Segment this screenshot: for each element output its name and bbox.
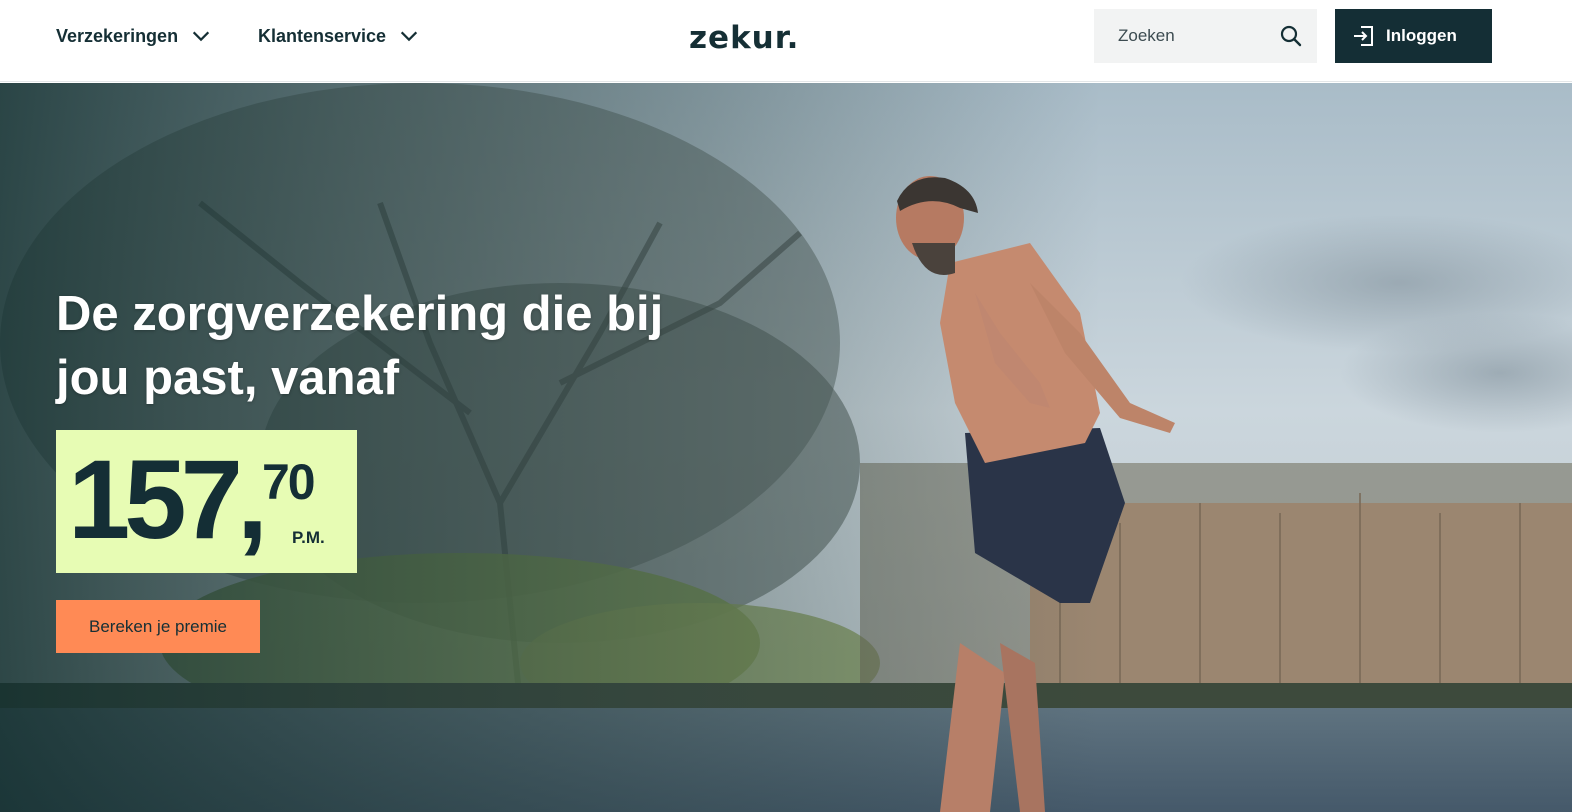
nav-verzekeringen[interactable]: Verzekeringen bbox=[56, 22, 212, 50]
price-cents: 70 bbox=[262, 454, 316, 510]
search-icon[interactable] bbox=[1279, 24, 1303, 48]
nav-klantenservice[interactable]: Klantenservice bbox=[258, 22, 420, 50]
site-header: Verzekeringen Klantenservice zekur. Inlo… bbox=[0, 0, 1572, 82]
price-unit: P.M. bbox=[292, 528, 325, 547]
chevron-down-icon bbox=[400, 31, 418, 42]
hero-banner: De zorgverzekering die bij jou past, van… bbox=[0, 83, 1572, 812]
login-button[interactable]: Inloggen bbox=[1335, 9, 1492, 63]
nav-klantenservice-label: Klantenservice bbox=[258, 25, 387, 46]
chevron-down-icon bbox=[192, 31, 210, 42]
login-label: Inloggen bbox=[1386, 26, 1457, 45]
nav-verzekeringen-label: Verzekeringen bbox=[56, 25, 179, 46]
price-main: 157, bbox=[68, 437, 268, 562]
calculate-premium-button[interactable]: Bereken je premie bbox=[56, 600, 260, 653]
price-box: 157, 70 P.M. bbox=[56, 430, 357, 573]
search-input[interactable] bbox=[1116, 25, 1270, 47]
login-icon bbox=[1354, 26, 1373, 46]
hero-title: De zorgverzekering die bij jou past, van… bbox=[56, 287, 664, 405]
logo[interactable]: zekur. bbox=[689, 21, 857, 55]
search-box bbox=[1094, 9, 1317, 63]
